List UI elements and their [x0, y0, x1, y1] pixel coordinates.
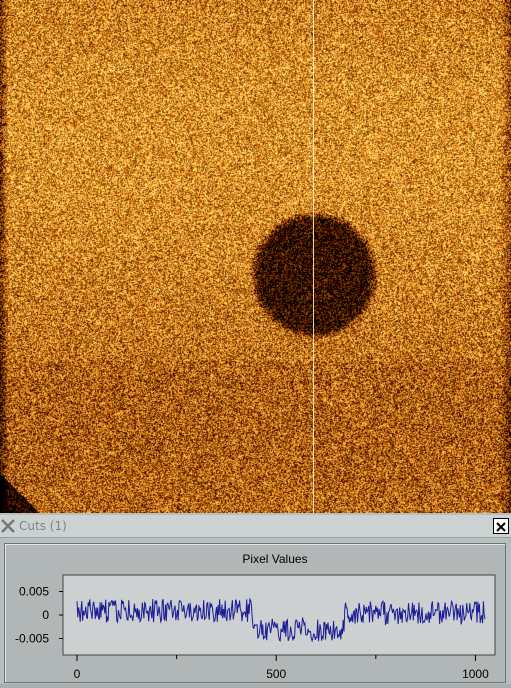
x-tick-label: 0: [74, 667, 81, 681]
pixel-values-chart[interactable]: Pixel Values 0.005 0 -0.005 0 500 1000: [5, 544, 505, 682]
y-tick-label: 0.005: [19, 584, 49, 598]
titlebar: Cuts (1): [0, 515, 511, 538]
y-tick-label: 0: [42, 608, 49, 622]
x-tick-label: 500: [266, 667, 286, 681]
cut-line[interactable]: [313, 0, 314, 513]
plot-panel: Pixel Values 0.005 0 -0.005 0 500 1000: [4, 543, 506, 683]
close-button[interactable]: [493, 518, 509, 534]
window-title: Cuts (1): [19, 519, 67, 533]
image-view[interactable]: [0, 0, 511, 513]
x-tick-label: 1000: [462, 667, 489, 681]
y-tick-label: -0.005: [15, 632, 49, 646]
fits-image[interactable]: [0, 0, 511, 513]
x-logo-icon: [1, 519, 15, 533]
statusbar: [0, 684, 511, 688]
chart-title: Pixel Values: [242, 552, 307, 566]
close-icon: [496, 522, 506, 532]
cuts-window: Cuts (1) Pixel Values 0.005 0 -0.005 0 500 10…: [0, 513, 511, 688]
